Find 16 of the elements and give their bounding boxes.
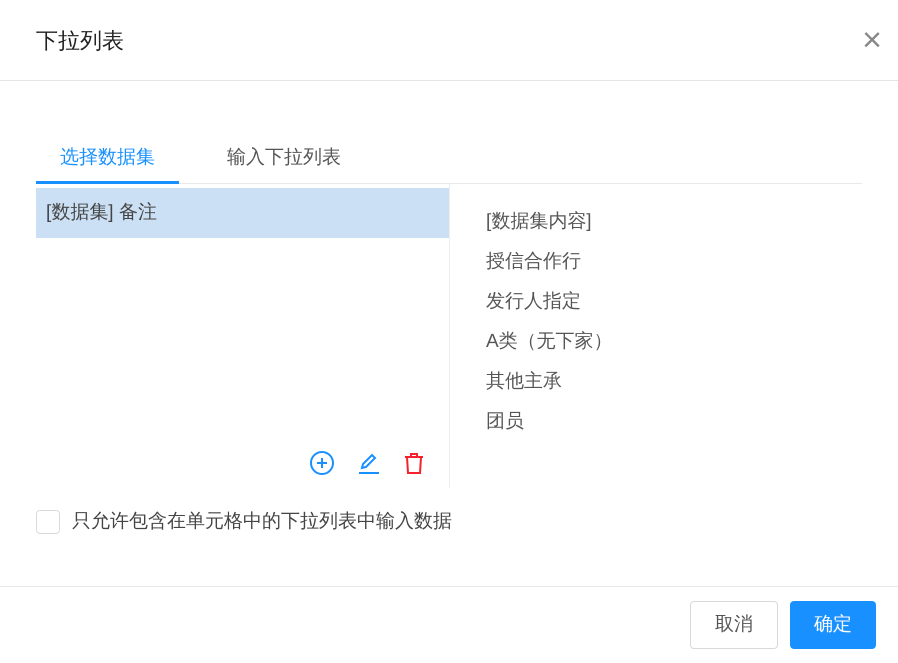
cancel-button[interactable]: 取消 (690, 601, 778, 649)
content-item: A类（无下家） (486, 330, 613, 354)
edit-icon[interactable] (357, 451, 381, 475)
dataset-item[interactable]: [数据集] 备注 (36, 188, 449, 238)
checkbox[interactable] (36, 510, 60, 534)
close-button[interactable]: × (862, 23, 882, 57)
add-icon[interactable] (309, 450, 335, 476)
tab[interactable]: 输入下拉列表 (203, 136, 365, 184)
content-item: 其他主承 (486, 370, 563, 394)
content-item: 团员 (486, 410, 525, 434)
checkbox-label: 只允许包含在单元格中的下拉列表中输入数据 (72, 510, 452, 534)
content-item: 发行人指定 (486, 290, 582, 314)
content-item: 授信合作行 (486, 250, 582, 274)
content-heading: [数据集内容] (486, 210, 593, 234)
delete-icon[interactable] (403, 451, 425, 475)
dialog-title: 下拉列表 (36, 26, 124, 54)
